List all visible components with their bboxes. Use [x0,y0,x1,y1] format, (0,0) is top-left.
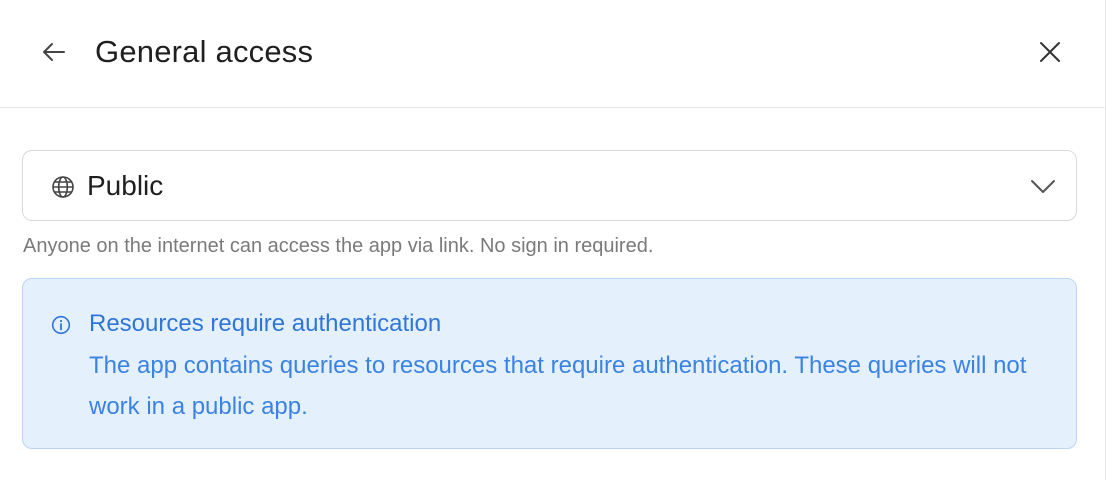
auth-warning-alert: Resources require authentication The app… [22,278,1077,449]
back-button[interactable] [32,30,76,74]
page-title: General access [95,34,314,69]
chevron-down-icon [1031,180,1055,193]
info-icon [51,315,71,335]
globe-icon [52,176,74,198]
close-button[interactable] [1028,30,1072,74]
general-access-panel: General access Public Anyone on the inte… [0,0,1106,480]
access-helper-text: Anyone on the internet can access the ap… [23,235,654,257]
access-level-value: Public [87,170,164,201]
panel-header: General access [0,0,1106,108]
arrow-left-icon [43,43,65,61]
access-level-select[interactable]: Public [22,150,1077,221]
close-icon [1040,42,1060,62]
alert-title: Resources require authentication [89,310,442,337]
alert-body: The app contains queries to resources th… [89,352,1027,420]
